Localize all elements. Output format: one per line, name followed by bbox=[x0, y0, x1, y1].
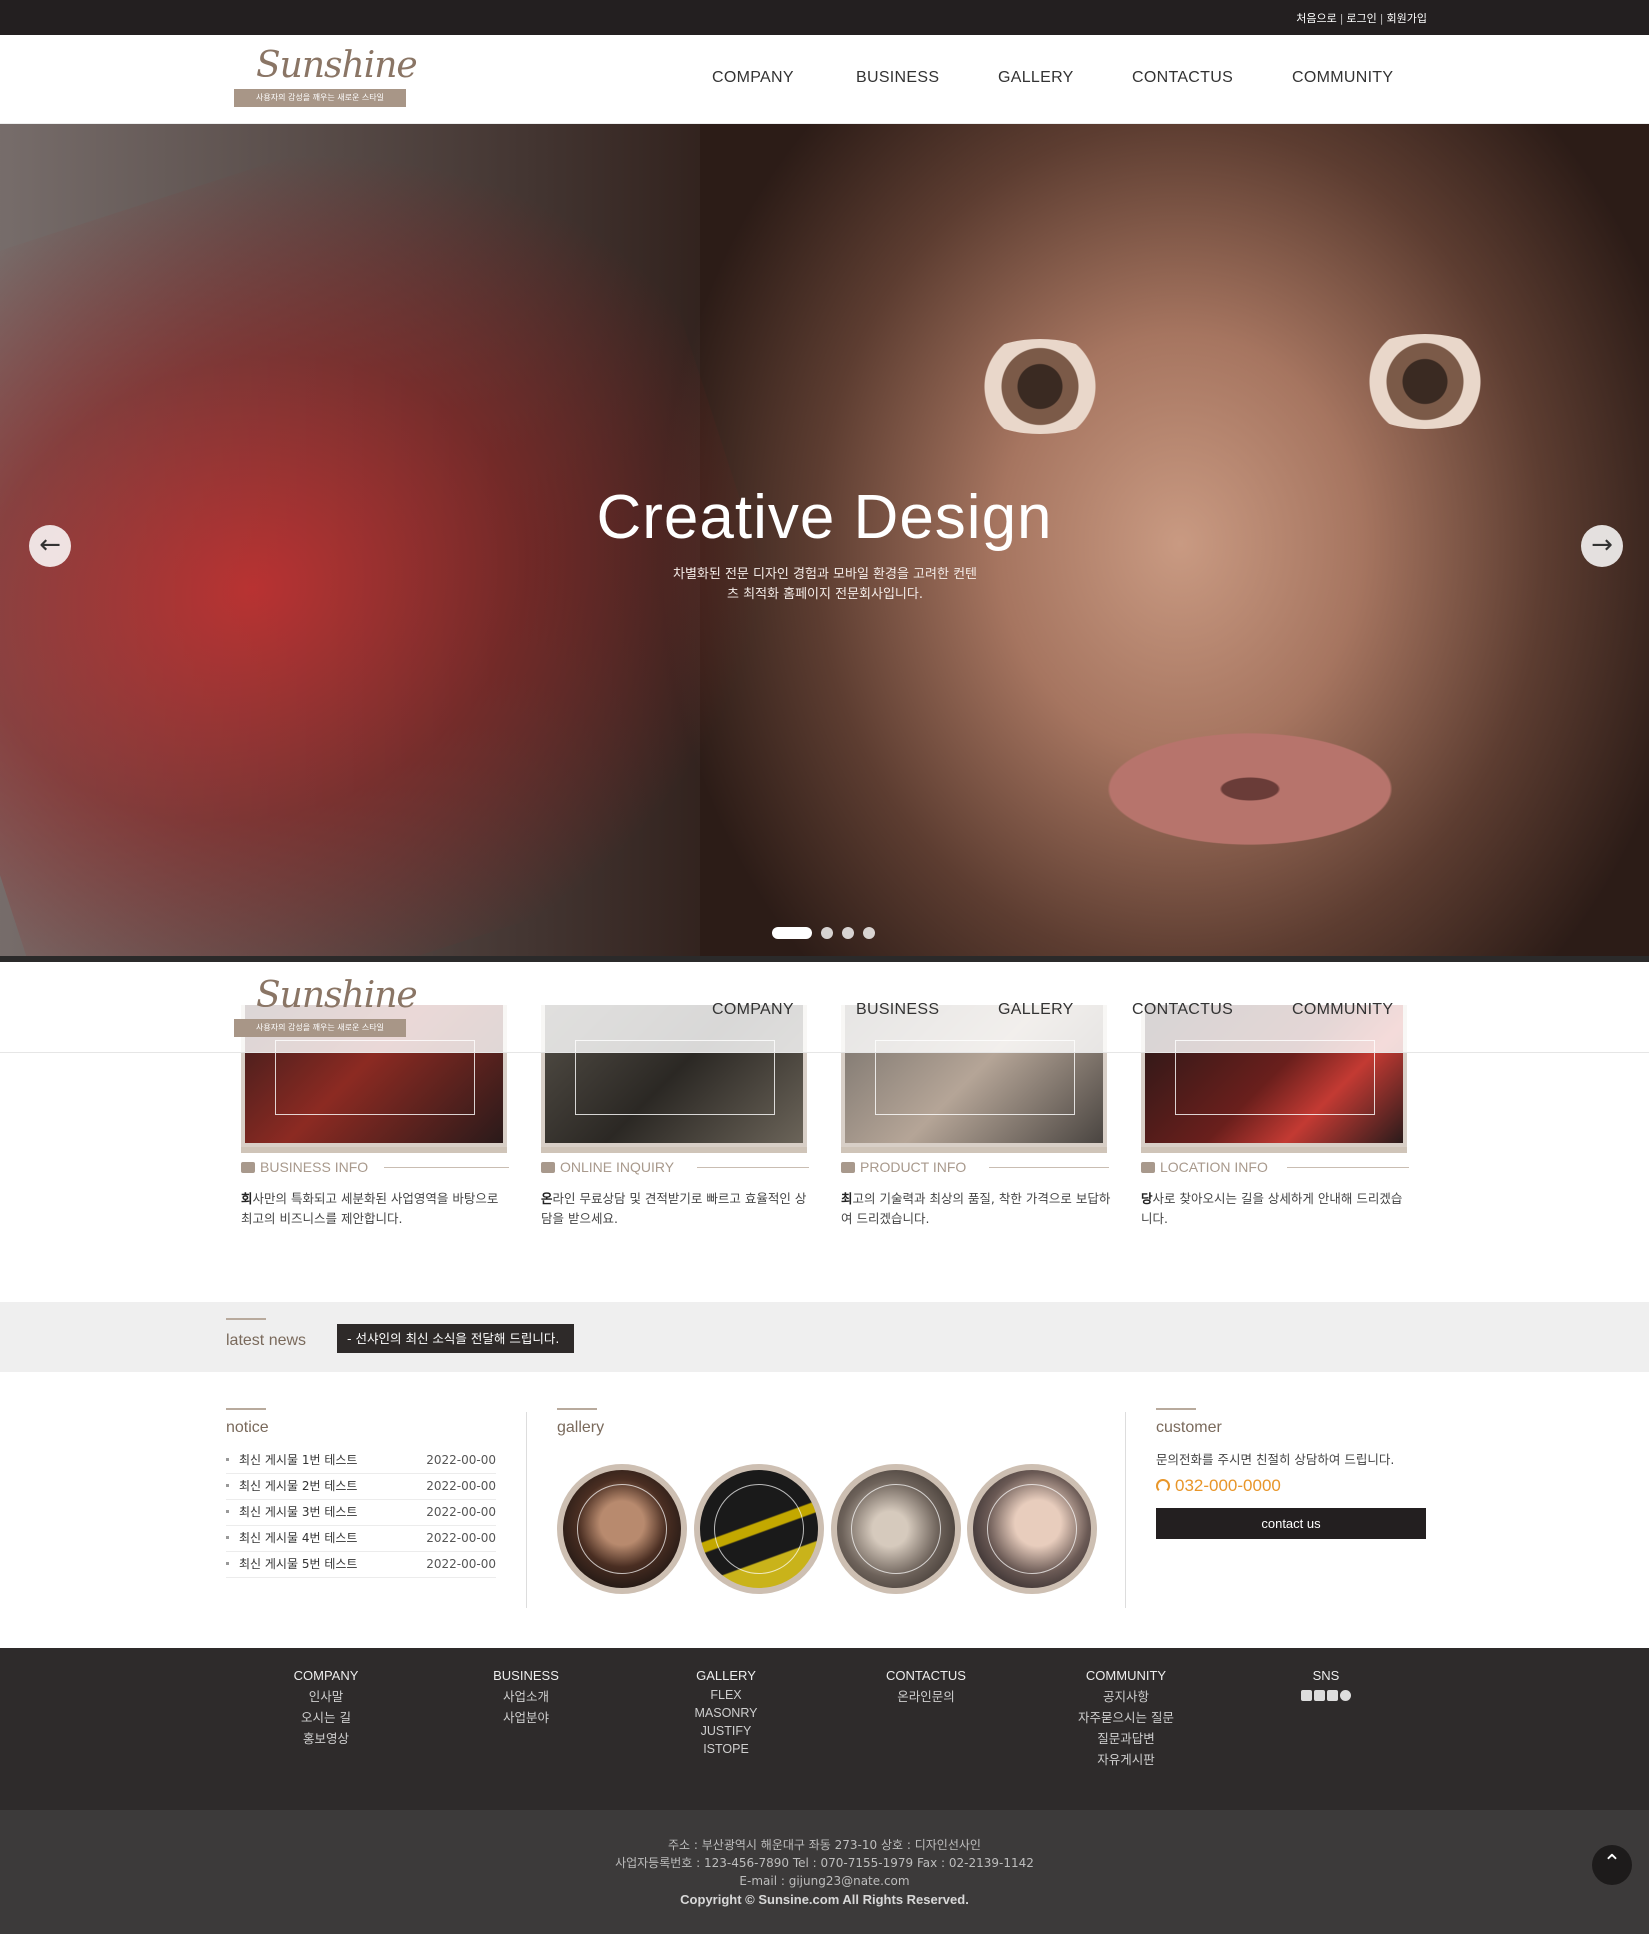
home-link[interactable]: 처음으로 bbox=[1296, 12, 1336, 25]
latest-news-ticker[interactable]: - 선샤인의 최신 소식을 전달해 드립니다. bbox=[337, 1324, 574, 1353]
footer-address: 주소 : 부산광역시 해운대구 좌동 273-10 상호 : 디자인선사인 bbox=[668, 1838, 981, 1852]
briefcase-icon bbox=[241, 1162, 255, 1173]
sticky-nav-business[interactable]: BUSINESS bbox=[856, 1001, 939, 1019]
list-item[interactable]: 최신 게시물 5번 테스트 2022-00-00 bbox=[226, 1552, 496, 1578]
copyright-bar: 주소 : 부산광역시 해운대구 좌동 273-10 상호 : 디자인선사인 사업… bbox=[0, 1810, 1649, 1934]
hero-eye-right bbox=[1345, 334, 1505, 429]
site-header: Sunshine 사용자의 감성을 깨우는 새로운 스타일 COMPANY BU… bbox=[0, 35, 1649, 124]
list-item[interactable]: 최신 게시물 1번 테스트 2022-00-00 bbox=[226, 1448, 496, 1474]
nav-company[interactable]: COMPANY bbox=[712, 69, 794, 87]
nav-gallery[interactable]: GALLERY bbox=[998, 69, 1074, 87]
sticky-nav-contactus[interactable]: CONTACTUS bbox=[1132, 1001, 1233, 1019]
top-utility-bar: 처음으로 | 로그인 | 회원가입 bbox=[0, 0, 1649, 35]
gallery-item-1[interactable] bbox=[557, 1464, 687, 1594]
headset-icon bbox=[1156, 1479, 1170, 1493]
nav-business[interactable]: BUSINESS bbox=[856, 69, 939, 87]
scroll-top-icon[interactable]: ⌃ bbox=[1592, 1845, 1632, 1885]
slider-pagination bbox=[772, 922, 884, 941]
hero-lips bbox=[1085, 724, 1415, 854]
logo-wordmark: Sunshine bbox=[256, 45, 418, 86]
notice-title: notice bbox=[226, 1408, 269, 1436]
hero-eye-left bbox=[960, 339, 1120, 434]
list-item[interactable]: 최신 게시물 4번 테스트 2022-00-00 bbox=[226, 1526, 496, 1552]
sticky-nav-gallery[interactable]: GALLERY bbox=[998, 1001, 1074, 1019]
nav-contactus[interactable]: CONTACTUS bbox=[1132, 69, 1233, 87]
box-icon bbox=[841, 1162, 855, 1173]
gallery-title: gallery bbox=[557, 1408, 605, 1436]
telegram-icon[interactable] bbox=[1340, 1690, 1351, 1701]
footer-copyright: Copyright © Sunsine.com All Rights Reser… bbox=[680, 1892, 969, 1907]
sticky-logo-wordmark: Sunshine bbox=[256, 975, 418, 1016]
sticky-header: Sunshine 사용자의 감성을 깨우는 새로운 스타일 COMPANY BU… bbox=[0, 967, 1649, 1053]
map-icon bbox=[1141, 1162, 1155, 1173]
facebook-icon[interactable] bbox=[1301, 1690, 1312, 1701]
footer-col-contactus: CONTACTUS 온라인문의 bbox=[886, 1668, 966, 1704]
list-item[interactable]: 최신 게시물 2번 테스트 2022-00-00 bbox=[226, 1474, 496, 1500]
latest-news-label: latest news bbox=[226, 1318, 307, 1349]
slide-dot-2[interactable] bbox=[821, 926, 833, 939]
gallery-item-4[interactable] bbox=[967, 1464, 1097, 1594]
latest-news-bar: latest news - 선샤인의 최신 소식을 전달해 드립니다. bbox=[0, 1302, 1649, 1372]
twitter-icon[interactable] bbox=[1314, 1690, 1325, 1701]
contact-us-button[interactable]: contact us bbox=[1156, 1508, 1426, 1539]
footer-col-sns: SNS bbox=[1266, 1668, 1386, 1705]
sticky-nav-community[interactable]: COMMUNITY bbox=[1292, 1001, 1393, 1019]
notice-list: 최신 게시물 1번 테스트 2022-00-00 최신 게시물 2번 테스트 202… bbox=[226, 1448, 496, 1578]
footer-email: E-mail : gijung23@nate.com bbox=[739, 1874, 910, 1888]
gallery-item-3[interactable] bbox=[831, 1464, 961, 1594]
hero-subtitle: 차별화된 전문 디자인 경험과 모바일 환경을 고려한 컨텐 츠 최적화 홈페이… bbox=[672, 567, 977, 602]
footer-col-business: BUSINESS 사업소개 사업분야 bbox=[493, 1668, 559, 1725]
hero-slider: Creative Design 차별화된 전문 디자인 경험과 모바일 환경을 … bbox=[0, 124, 1649, 962]
logo-tagline: 사용자의 감성을 깨우는 새로운 스타일 bbox=[234, 89, 406, 107]
site-footer: COMPANY 인사말 오시는 길 홍보영상 BUSINESS 사업소개 사업분… bbox=[0, 1648, 1649, 1810]
slide-dot-3[interactable] bbox=[842, 926, 854, 939]
chat-icon bbox=[541, 1162, 555, 1173]
card-description: 최고의 기술력과 최상의 품질, 착한 가격으로 보답하여 드리겠습니다. bbox=[841, 1191, 1111, 1226]
hero-title: Creative Design bbox=[596, 483, 1053, 552]
customer-title: customer bbox=[1156, 1408, 1222, 1436]
sticky-logo-tagline: 사용자의 감성을 깨우는 새로운 스타일 bbox=[234, 1019, 406, 1037]
slide-dot-4[interactable] bbox=[863, 926, 875, 939]
card-description: 온라인 무료상담 및 견적받기로 빠르고 효율적인 상담을 받으세요. bbox=[541, 1191, 807, 1226]
nav-community[interactable]: COMMUNITY bbox=[1292, 69, 1393, 87]
arrow-left-icon[interactable]: ← bbox=[29, 525, 71, 567]
customer-phone: 032-000-0000 bbox=[1156, 1476, 1281, 1496]
customer-text: 문의전화를 주시면 친절히 상담하여 드립니다. bbox=[1156, 1452, 1395, 1467]
instagram-icon[interactable] bbox=[1327, 1690, 1338, 1701]
utility-links: 처음으로 | 로그인 | 회원가입 bbox=[1296, 12, 1427, 25]
site-logo[interactable]: Sunshine 사용자의 감성을 깨우는 새로운 스타일 bbox=[234, 45, 418, 107]
card-description: 당사로 찾아오시는 길을 상세하게 안내해 드리겠습니다. bbox=[1141, 1191, 1403, 1226]
login-link[interactable]: 로그인 bbox=[1346, 12, 1376, 25]
card-description: 회사만의 특화되고 세분화된 사업영역을 바탕으로 최고의 비즈니스를 제안합니… bbox=[241, 1191, 499, 1226]
sticky-nav-company[interactable]: COMPANY bbox=[712, 1001, 794, 1019]
gallery-item-2[interactable] bbox=[694, 1464, 824, 1594]
list-item[interactable]: 최신 게시물 3번 테스트 2022-00-00 bbox=[226, 1500, 496, 1526]
footer-col-company: COMPANY 인사말 오시는 길 홍보영상 bbox=[293, 1668, 359, 1746]
footer-bizinfo: 사업자등록번호 : 123-456-7890 Tel : 070-7155-19… bbox=[615, 1856, 1034, 1870]
footer-col-gallery: GALLERY FLEX MASONRY JUSTIFY ISTOPE bbox=[694, 1668, 758, 1756]
slide-dot-1[interactable] bbox=[772, 926, 812, 939]
signup-link[interactable]: 회원가입 bbox=[1387, 12, 1427, 25]
arrow-right-icon[interactable]: → bbox=[1581, 525, 1623, 567]
sticky-logo[interactable]: Sunshine 사용자의 감성을 깨우는 새로운 스타일 bbox=[234, 975, 418, 1037]
footer-col-community: COMMUNITY 공지사항 자주묻으시는 질문 질문과답변 자유게시판 bbox=[1078, 1668, 1174, 1767]
